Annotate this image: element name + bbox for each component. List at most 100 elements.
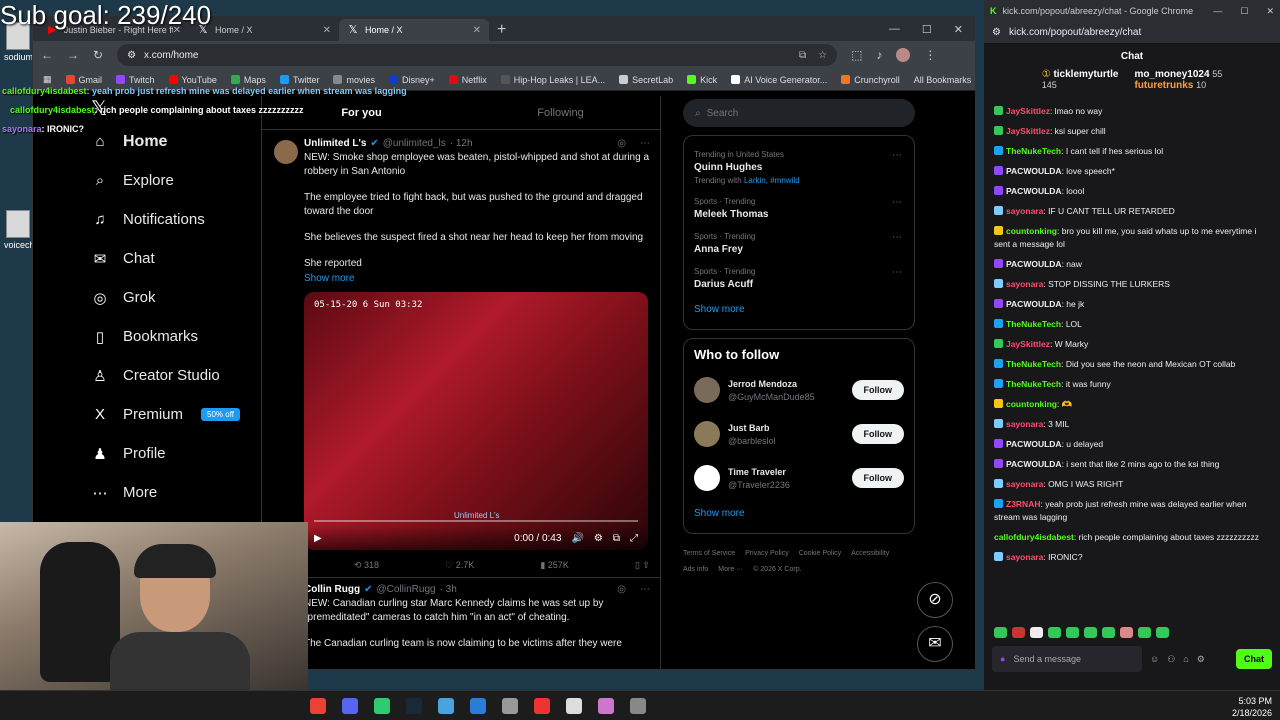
media-icon[interactable]: ♪ bbox=[876, 48, 882, 62]
discord-icon[interactable] bbox=[342, 697, 358, 714]
chat-message[interactable]: countonking: 🫶 bbox=[994, 398, 1270, 411]
post-author-handle[interactable]: @unlimited_ls bbox=[383, 138, 446, 149]
chat-message[interactable]: callofdury4isdabest: rich people complai… bbox=[994, 531, 1270, 544]
app-icon[interactable] bbox=[374, 697, 390, 714]
chat-url-bar[interactable]: ⚙ kick.com/popout/abreezy/chat bbox=[984, 22, 1280, 44]
video-progress-bar[interactable] bbox=[314, 520, 638, 522]
minimize-icon[interactable]: — bbox=[889, 23, 900, 36]
post-author-name[interactable]: Unlimited L's bbox=[304, 138, 366, 149]
footer-link[interactable]: Privacy Policy bbox=[745, 546, 789, 562]
footer-link[interactable]: Cookie Policy bbox=[799, 546, 841, 562]
reload-icon[interactable]: ↻ bbox=[93, 48, 103, 62]
chat-message[interactable]: sayonara: OMG I WAS RIGHT bbox=[994, 478, 1270, 491]
install-app-icon[interactable]: ⧉ bbox=[799, 50, 806, 61]
follow-suggestion[interactable]: Jerrod Mendoza @GuyMcManDude85 Follow bbox=[694, 368, 904, 412]
maximize-icon[interactable]: ☐ bbox=[922, 23, 932, 36]
bookmark-item[interactable]: Twitter bbox=[279, 75, 319, 85]
emote-picker-icon[interactable]: ☺ bbox=[1150, 654, 1159, 664]
obs-icon[interactable] bbox=[502, 697, 518, 714]
footer-link[interactable]: Accessibility bbox=[851, 546, 889, 562]
post-author-handle[interactable]: @CollinRugg bbox=[377, 584, 436, 595]
post-author-name[interactable]: Collin Rugg bbox=[304, 584, 360, 595]
post-time[interactable]: · 3h bbox=[440, 584, 457, 595]
bookmark-star-icon[interactable]: ☆ bbox=[818, 50, 827, 61]
grok-icon[interactable]: ◎ bbox=[617, 138, 626, 149]
leader-first[interactable]: ① ticklemyturtle 145 bbox=[1042, 69, 1119, 91]
nav-item-grok[interactable]: ◎ Grok bbox=[83, 278, 263, 317]
back-icon[interactable]: ← bbox=[41, 48, 53, 62]
nav-item-bookmarks[interactable]: ▯ Bookmarks bbox=[83, 317, 263, 356]
chrome-icon[interactable] bbox=[310, 697, 326, 714]
nav-item-notifications[interactable]: ♫ Notifications bbox=[83, 200, 263, 239]
bookmark-item[interactable]: Disney+ bbox=[388, 75, 435, 85]
close-window-icon[interactable]: ✕ bbox=[954, 23, 963, 36]
chat-message[interactable]: PACWOULDA: love speech* bbox=[994, 165, 1270, 178]
follow-button[interactable]: Follow bbox=[851, 424, 904, 444]
avatar[interactable] bbox=[694, 377, 720, 403]
follow-suggestion[interactable]: Time Traveler @Traveler2236 Follow bbox=[694, 456, 904, 500]
show-more-trends-link[interactable]: Show more bbox=[694, 296, 904, 321]
grok-icon[interactable]: ◎ bbox=[617, 584, 626, 595]
avatar[interactable] bbox=[694, 465, 720, 491]
trend-item[interactable]: Trending in United States Quinn Hughes Tre… bbox=[694, 144, 904, 191]
trend-item[interactable]: Sports · Trending Meleek Thomas ⋯ bbox=[694, 191, 904, 226]
chat-message[interactable]: sayonara: IF U CANT TELL UR RETARDED bbox=[994, 205, 1270, 218]
settings-icon[interactable]: ⚙ bbox=[1197, 654, 1205, 665]
play-icon[interactable]: ▶ bbox=[314, 533, 322, 544]
tab-following[interactable]: Following bbox=[461, 96, 660, 129]
bookmark-item[interactable]: movies bbox=[333, 75, 375, 85]
app-icon[interactable] bbox=[534, 697, 550, 714]
tab-x-home-active[interactable]: 𝕏 Home / X ✕ bbox=[339, 19, 489, 41]
views-button[interactable]: ▮ 257K bbox=[540, 560, 569, 571]
minimize-icon[interactable]: — bbox=[1213, 6, 1222, 17]
chat-message[interactable]: Z3RNAH: yeah prob just refresh mine was … bbox=[994, 498, 1270, 524]
url-field[interactable]: ⚙ x.com/home ⧉ ☆ bbox=[117, 44, 838, 66]
grok-fab-icon[interactable]: ⊘ bbox=[917, 582, 953, 618]
bookmark-button[interactable]: ▯ ⇪ bbox=[635, 560, 650, 571]
bookmark-item[interactable]: Gmail bbox=[65, 75, 102, 85]
app-icon[interactable] bbox=[630, 697, 646, 714]
footer-link[interactable]: Ads info bbox=[683, 562, 708, 578]
follow-suggestion[interactable]: Just Barb @barbleslol Follow bbox=[694, 412, 904, 456]
footer-link[interactable]: © 2026 X Corp. bbox=[753, 562, 801, 578]
extensions-icon[interactable]: ⬚ bbox=[851, 48, 862, 62]
chat-message[interactable]: PACWOULDA: naw bbox=[994, 258, 1270, 271]
settings-icon[interactable]: ⚙ bbox=[594, 533, 603, 544]
store-icon[interactable]: ⌂ bbox=[1183, 654, 1188, 664]
chat-message[interactable]: TheNukeTech: it was funny bbox=[994, 378, 1270, 391]
desktop-icon-voicechat[interactable]: voicecha bbox=[4, 210, 40, 250]
like-button[interactable]: ♡ 2.7K bbox=[445, 560, 474, 571]
close-tab-icon[interactable]: ✕ bbox=[323, 25, 331, 36]
bookmark-item[interactable]: SecretLab bbox=[619, 75, 673, 85]
pip-icon[interactable]: ⧉ bbox=[613, 533, 620, 544]
fullscreen-icon[interactable]: ⤢ bbox=[630, 533, 638, 544]
chat-message[interactable]: TheNukeTech: Did you see the neon and Me… bbox=[994, 358, 1270, 371]
search-input[interactable]: ⌕ Search bbox=[683, 99, 915, 127]
chat-message[interactable]: JaySkittlez: ksi super chill bbox=[994, 125, 1270, 138]
emote-bar[interactable] bbox=[994, 627, 1169, 638]
chat-message[interactable]: JaySkittlez: lmao no way bbox=[994, 105, 1270, 118]
system-clock[interactable]: 5:03 PM 2/18/2026 bbox=[1232, 695, 1272, 719]
mic-icon[interactable]: ● bbox=[1000, 654, 1005, 664]
chat-message[interactable]: PACWOULDA: u delayed bbox=[994, 438, 1270, 451]
all-bookmarks-button[interactable]: All Bookmarks bbox=[914, 75, 972, 85]
more-options-icon[interactable]: ⋯ bbox=[892, 267, 902, 278]
users-icon[interactable]: ⚇ bbox=[1167, 654, 1175, 665]
share-icon[interactable]: ⇪ bbox=[642, 560, 650, 570]
apps-grid-icon[interactable]: ▦ bbox=[43, 74, 52, 85]
nav-item-profile[interactable]: ♟ Profile bbox=[83, 434, 263, 473]
site-info-icon[interactable]: ⚙ bbox=[992, 27, 1001, 38]
nav-item-more[interactable]: ⋯ More bbox=[83, 473, 263, 512]
bookmark-item[interactable]: Hip-Hop Leaks | LEA... bbox=[500, 75, 605, 85]
avatar[interactable] bbox=[694, 421, 720, 447]
bookmark-item[interactable]: AI Voice Generator... bbox=[731, 75, 827, 85]
close-window-icon[interactable]: ✕ bbox=[1266, 6, 1274, 17]
chat-message[interactable]: JaySkittlez: W Marky bbox=[994, 338, 1270, 351]
bookmark-item[interactable]: YouTube bbox=[168, 75, 217, 85]
follow-button[interactable]: Follow bbox=[851, 468, 904, 488]
footer-link[interactable]: Terms of Service bbox=[683, 546, 735, 562]
leader-second[interactable]: mo_money1024 55 futuretrunks 10 bbox=[1134, 69, 1222, 91]
app-icon[interactable] bbox=[598, 697, 614, 714]
chat-message[interactable]: sayonara: IRONIC? bbox=[994, 551, 1270, 564]
menu-icon[interactable]: ⋮ bbox=[924, 48, 936, 62]
